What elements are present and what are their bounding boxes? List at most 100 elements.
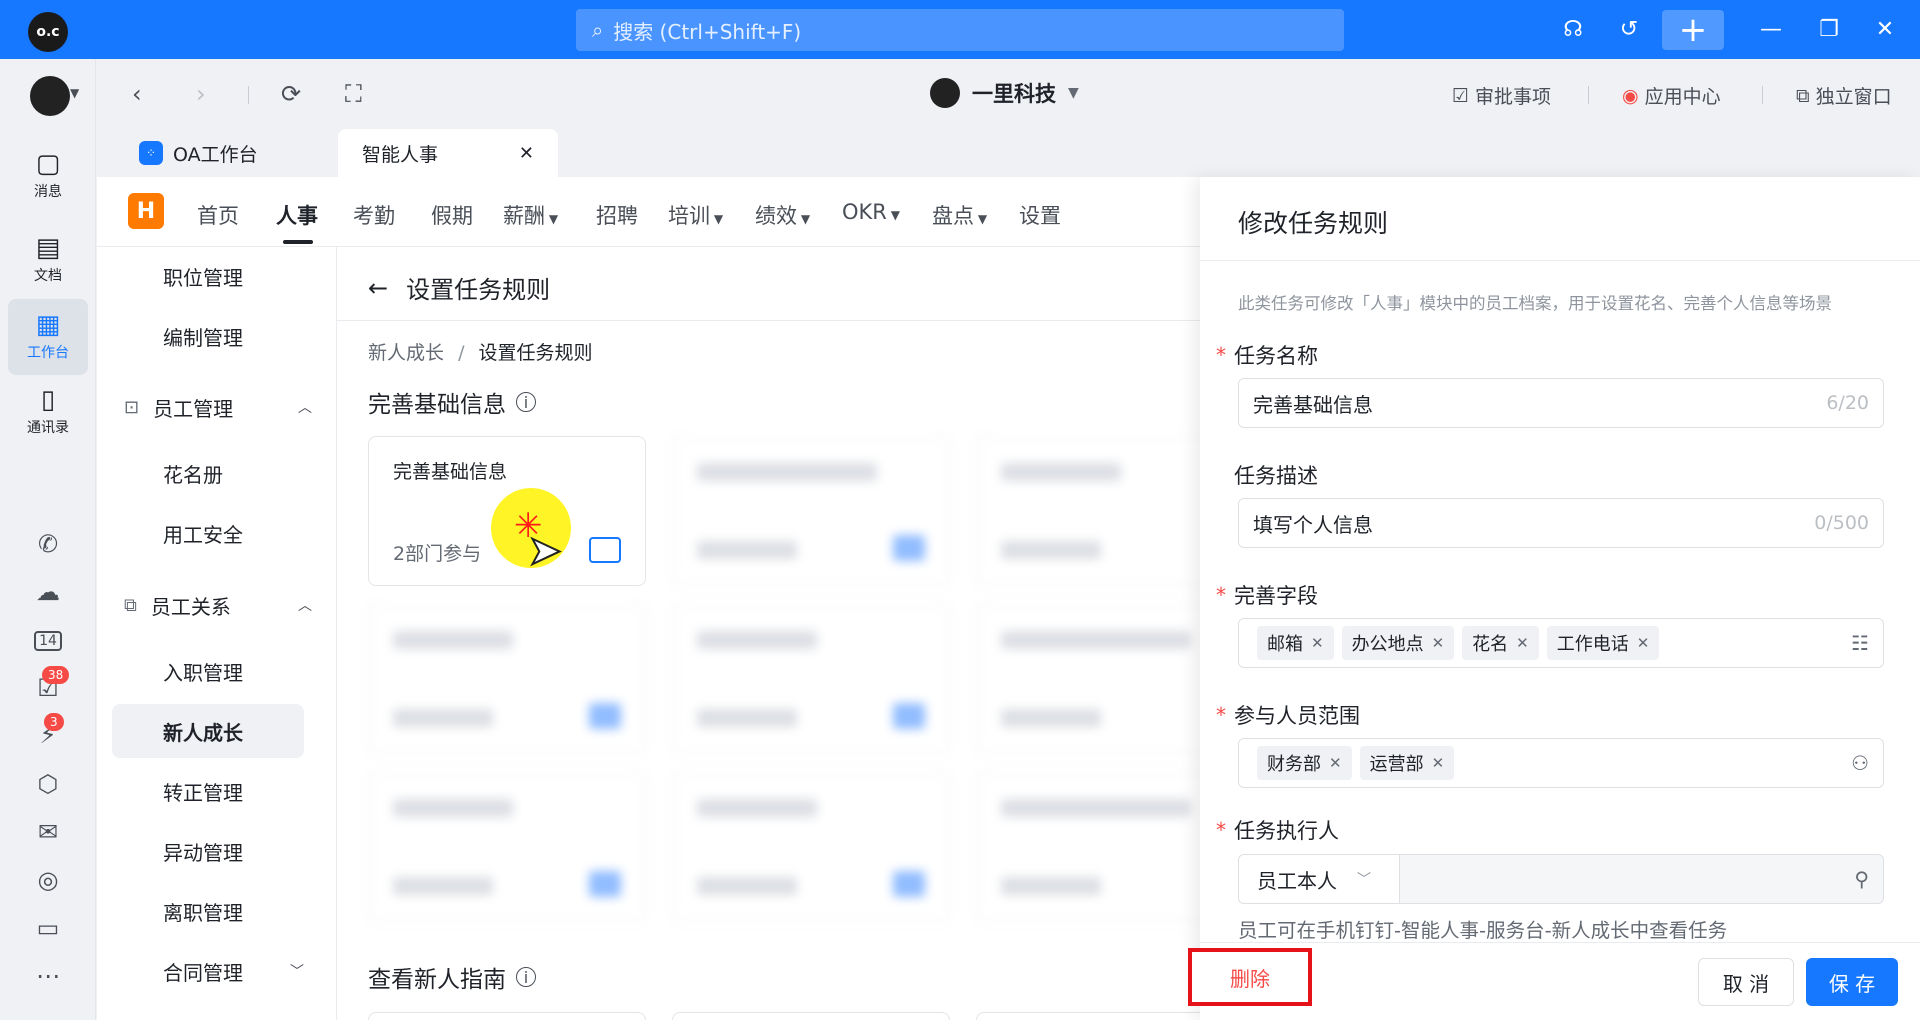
module-recruit[interactable]: 招聘 (596, 200, 638, 230)
relations-icon: ⧉ (124, 594, 137, 616)
rail-item-workbench[interactable]: ▦ 工作台 (8, 299, 88, 375)
section-title-guide: 查看新人指南 i (368, 960, 536, 994)
executor-person-input[interactable]: ⚲ (1399, 854, 1884, 904)
remove-tag-icon[interactable]: ✕ (1329, 754, 1342, 772)
module-training[interactable]: 培训 ▼ (668, 200, 723, 230)
remove-tag-icon[interactable]: ✕ (1637, 634, 1650, 652)
phone-icon[interactable]: ✆ (28, 526, 68, 562)
app-center-link[interactable]: ◉ 应用中心 (1622, 82, 1721, 109)
disk-icon[interactable]: ◎ (28, 862, 68, 898)
task-name-input[interactable]: 完善基础信息 6/20 (1238, 378, 1884, 428)
fullscreen-icon[interactable]: ⛶ (345, 80, 362, 108)
task-card-blurred (368, 604, 646, 754)
headset-icon[interactable]: ☊ (1558, 14, 1588, 44)
save-button[interactable]: 保 存 (1806, 958, 1898, 1006)
sidemenu-item-position[interactable]: 职位管理 (112, 249, 304, 303)
ding-icon[interactable]: ⚡ 3 (28, 713, 68, 753)
profile-card-icon[interactable] (589, 537, 621, 563)
info-icon[interactable]: i (516, 392, 536, 412)
sidemenu-group-employee[interactable]: ⊡ 员工管理 ︿ (112, 380, 312, 434)
content-header: ← 设置任务规则 (368, 270, 550, 305)
task-card-blurred (672, 604, 950, 754)
calendar-icon[interactable]: 14 (28, 623, 68, 659)
app-logo[interactable]: o.c (28, 12, 68, 52)
cube-icon[interactable]: ⬡ (28, 766, 68, 802)
forward-icon[interactable]: › (196, 80, 206, 108)
sidemenu-item-onboarding[interactable]: 入职管理 (112, 644, 304, 698)
close-icon[interactable]: ✕ (1870, 14, 1900, 44)
sidemenu-item-resignation[interactable]: 离职管理 (112, 884, 304, 938)
module-payroll[interactable]: 薪酬 ▼ (503, 200, 558, 230)
list-select-icon[interactable]: ☷ (1851, 631, 1869, 655)
minimize-icon[interactable]: — (1756, 14, 1786, 44)
scope-select[interactable]: 财务部 ✕ 运营部 ✕ ⚇ (1238, 738, 1884, 788)
rail-item-messages[interactable]: ▢ 消息 (8, 138, 88, 214)
window-link[interactable]: ⧉ 独立窗口 (1796, 82, 1892, 109)
person-add-icon[interactable]: ⚲ (1854, 867, 1869, 891)
global-search-input[interactable]: ⌕ 搜索 (Ctrl+Shift+F) (576, 9, 1344, 51)
breadcrumb-item[interactable]: 新人成长 (368, 342, 444, 364)
module-inventory[interactable]: 盘点 ▼ (932, 200, 987, 230)
org-switcher[interactable]: 一里科技 ▼ (930, 78, 1079, 108)
refresh-icon[interactable]: ⟳ (281, 80, 301, 108)
sidemenu-item-safety[interactable]: 用工安全 (112, 506, 304, 560)
remove-tag-icon[interactable]: ✕ (1432, 754, 1445, 772)
task-card-blurred (672, 436, 950, 586)
rail-item-contacts[interactable]: ▯ 通讯录 (8, 374, 88, 450)
back-arrow-icon[interactable]: ← (368, 274, 388, 302)
module-settings[interactable]: 设置 (1019, 200, 1061, 230)
module-leave[interactable]: 假期 (431, 200, 473, 230)
close-tab-icon[interactable]: ✕ (519, 143, 534, 164)
document-icon: ▤ (35, 233, 61, 263)
avatar[interactable] (30, 76, 70, 116)
task-card-blurred (976, 604, 1200, 754)
todo-icon[interactable]: ☑ 38 (28, 666, 70, 706)
delete-button[interactable]: 删除 (1188, 948, 1312, 1006)
char-count: 0/500 (1814, 512, 1869, 534)
sidemenu-item-contract[interactable]: 合同管理 ﹀ (112, 944, 304, 998)
chevron-down-icon: ▼ (974, 212, 988, 226)
approval-link[interactable]: ☑ 审批事项 (1452, 82, 1551, 109)
nav-divider (1588, 86, 1589, 104)
sidemenu-item-headcount[interactable]: 编制管理 (112, 309, 304, 363)
executor-select[interactable]: 员工本人 ﹀ (1238, 854, 1400, 904)
task-desc-input[interactable]: 填写个人信息 0/500 (1238, 498, 1884, 548)
remove-tag-icon[interactable]: ✕ (1311, 634, 1324, 652)
sidemenu-item-transfer[interactable]: 异动管理 (112, 824, 304, 878)
task-name-label: * 任务名称 (1216, 343, 1318, 368)
tab-smart-hr[interactable]: 智能人事 ✕ (338, 129, 558, 177)
back-icon[interactable]: ‹ (132, 80, 142, 108)
module-hr[interactable]: 人事 (276, 200, 318, 230)
chevron-down-icon[interactable]: ▼ (70, 86, 79, 100)
ding-badge: 3 (44, 713, 64, 731)
remove-tag-icon[interactable]: ✕ (1516, 634, 1529, 652)
remove-tag-icon[interactable]: ✕ (1432, 634, 1445, 652)
info-icon[interactable]: i (516, 967, 536, 987)
module-okr[interactable]: OKR ▼ (842, 200, 900, 224)
task-card-partial (976, 1012, 1200, 1020)
more-icon[interactable]: ⋯ (28, 958, 68, 994)
fields-select[interactable]: 邮箱 ✕ 办公地点 ✕ 花名 ✕ 工作电话 ✕ ☷ (1238, 618, 1884, 668)
restore-icon[interactable]: ❐ (1814, 14, 1844, 44)
sidemenu-item-growth[interactable]: 新人成长 (112, 704, 304, 758)
sidemenu-group-relations[interactable]: ⧉ 员工关系 ︿ (112, 578, 312, 632)
chevron-up-icon: ︿ (298, 598, 312, 614)
rail-item-docs[interactable]: ▤ 文档 (8, 222, 88, 298)
cancel-button[interactable]: 取 消 (1698, 958, 1794, 1006)
task-card-blurred (368, 772, 646, 922)
field-tag: 花名 ✕ (1462, 626, 1539, 660)
org-tree-icon[interactable]: ⚇ (1851, 751, 1869, 775)
module-performance[interactable]: 绩效 ▼ (755, 200, 810, 230)
tab-oa-workbench[interactable]: ⁘ OA工作台 (115, 129, 282, 177)
module-home[interactable]: 首页 (197, 200, 239, 230)
history-icon[interactable]: ↺ (1614, 14, 1644, 44)
department-tag: 运营部 ✕ (1359, 746, 1455, 780)
add-button[interactable]: + (1662, 10, 1724, 50)
module-attendance[interactable]: 考勤 (353, 200, 395, 230)
chevron-down-icon: ▼ (797, 212, 811, 226)
folder-icon[interactable]: ▭ (28, 910, 68, 946)
sidemenu-item-roster[interactable]: 花名册 (112, 446, 304, 500)
sidemenu-item-regularization[interactable]: 转正管理 (112, 764, 304, 818)
mail-icon[interactable]: ✉ (28, 814, 68, 850)
cloud-icon[interactable]: ☁ (28, 574, 68, 610)
